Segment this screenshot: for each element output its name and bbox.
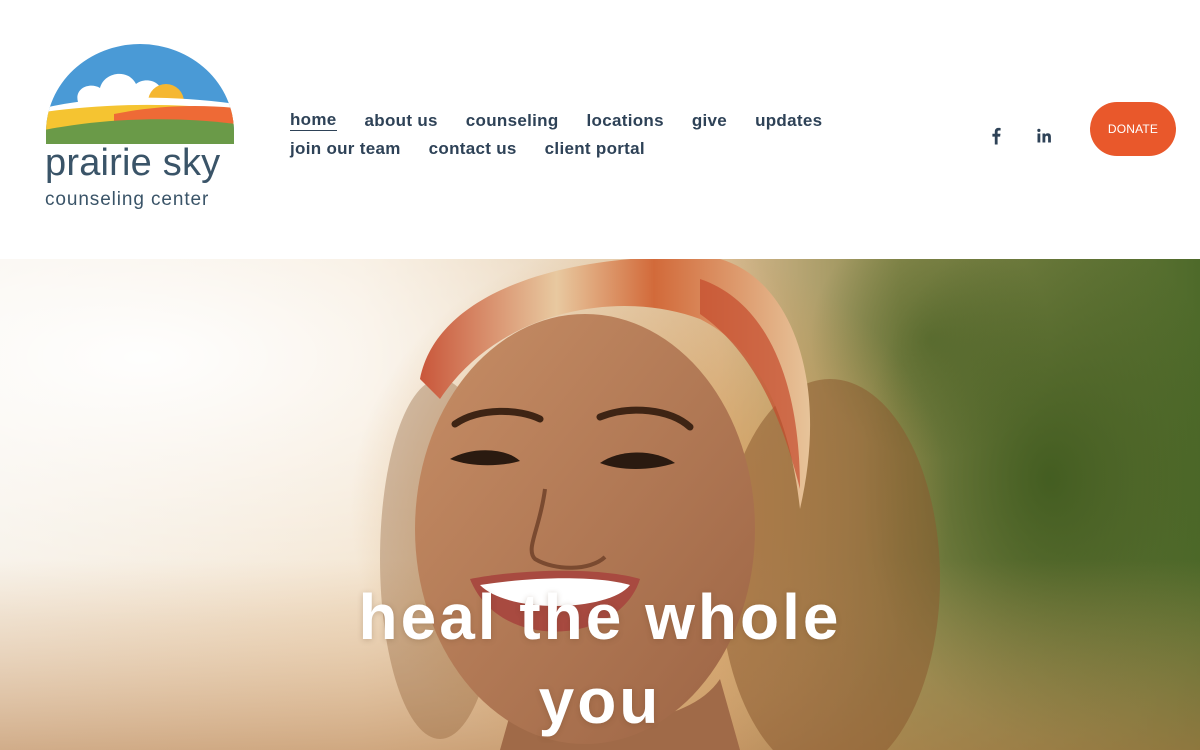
nav-link-client-portal[interactable]: client portal [545, 140, 645, 159]
nav-link-give[interactable]: give [692, 112, 727, 131]
nav-link-home[interactable]: home [290, 111, 337, 131]
main-nav: home about us counseling locations give … [290, 107, 850, 163]
hero-heading: heal the whole you [358, 581, 842, 737]
nav-row-1: home about us counseling locations give … [290, 107, 850, 135]
nav-link-contact-us[interactable]: contact us [429, 140, 517, 159]
nav-link-updates[interactable]: updates [755, 112, 822, 131]
nav-link-locations[interactable]: locations [587, 112, 664, 131]
donate-button[interactable]: DONATE [1090, 102, 1176, 156]
linkedin-link[interactable] [1035, 126, 1053, 146]
nav-link-counseling[interactable]: counseling [466, 112, 559, 131]
site-logo[interactable]: prairie sky counseling center [44, 44, 236, 216]
hero-section: heal the whole you [0, 259, 1200, 750]
facebook-link[interactable] [988, 126, 1004, 146]
logo-name: prairie sky [45, 142, 221, 184]
logo-tagline: counseling center [45, 189, 210, 210]
nav-link-about-us[interactable]: about us [365, 112, 438, 131]
site-header: prairie sky counseling center home about… [0, 0, 1200, 259]
facebook-icon [992, 127, 1001, 145]
nav-row-2: join our team contact us client portal [290, 135, 850, 163]
prairie-sky-logo-icon [46, 44, 234, 144]
nav-link-join-our-team[interactable]: join our team [290, 140, 401, 159]
linkedin-icon [1037, 128, 1051, 143]
